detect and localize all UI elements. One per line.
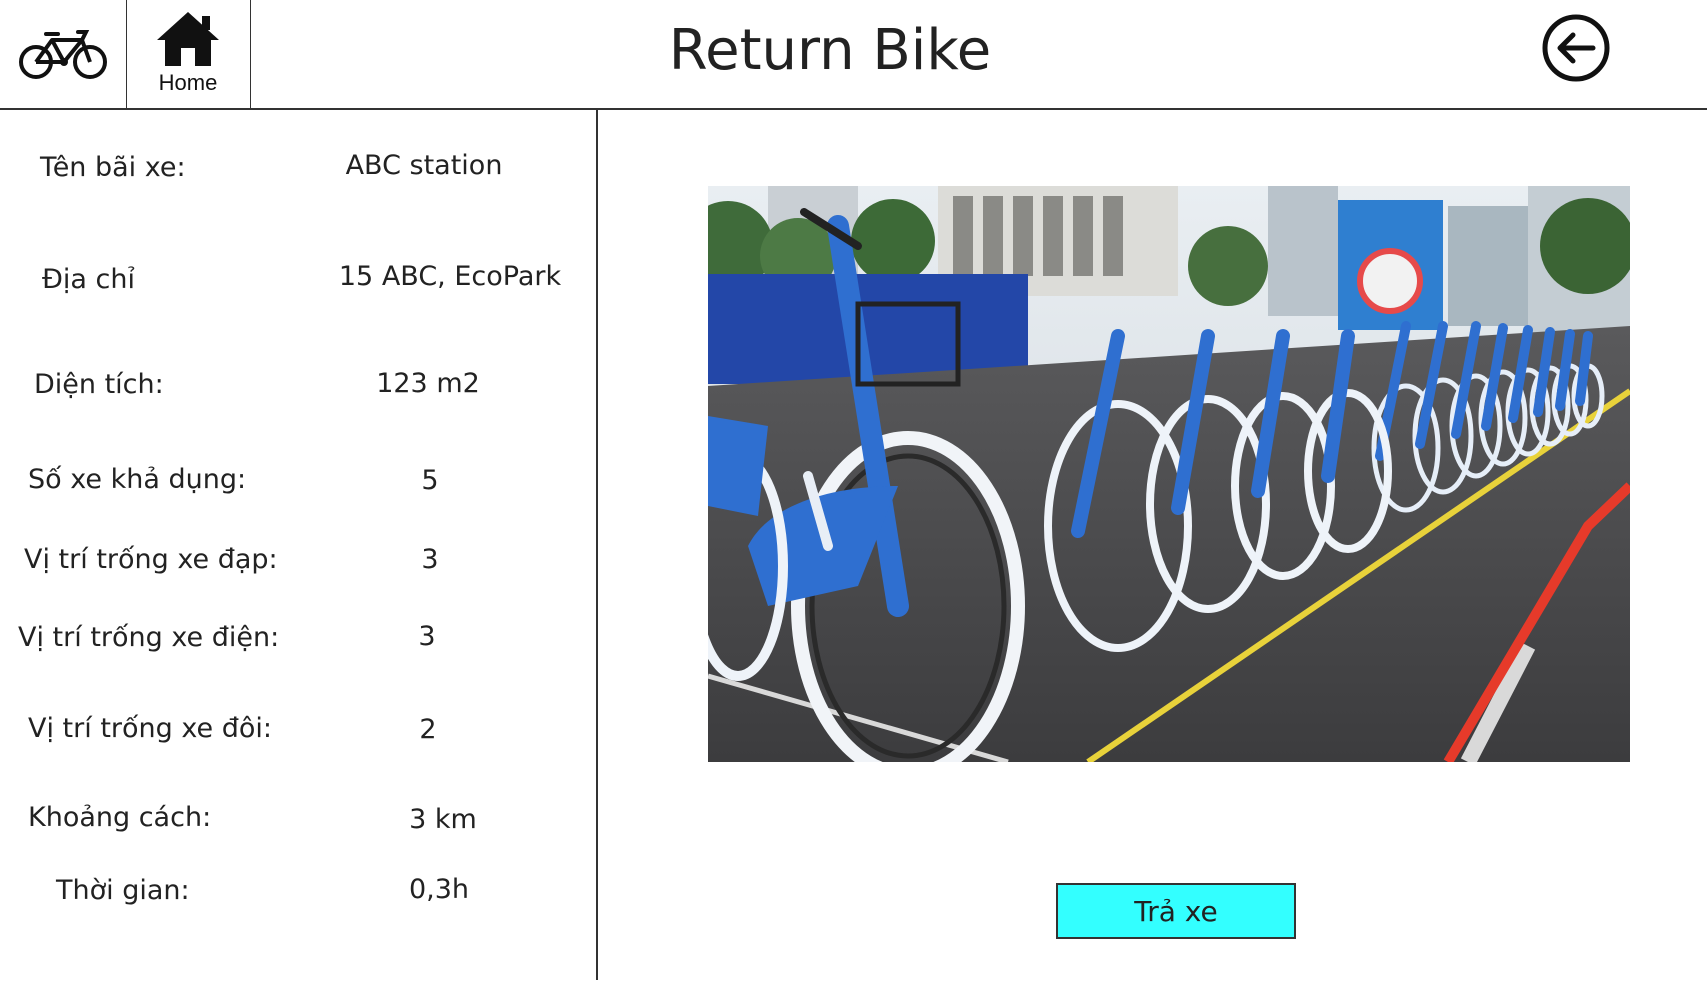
station-photo-illustration	[708, 186, 1630, 762]
back-arrow-icon	[1542, 14, 1610, 82]
empty-bike-slots-label: Vị trí trống xe đạp:	[24, 544, 278, 575]
home-label: Home	[158, 70, 218, 95]
empty-tandem-slots-label: Vị trí trống xe đôi:	[28, 713, 272, 744]
panel-divider	[596, 108, 598, 980]
time-value: 0,3h	[408, 874, 470, 905]
bicycle-icon	[19, 30, 107, 79]
page-title: Return Bike	[668, 18, 992, 83]
empty-bike-slots-value: 3	[421, 544, 439, 575]
back-button[interactable]	[1540, 12, 1612, 84]
distance-label: Khoảng cách:	[28, 802, 212, 833]
area-value: 123 m2	[376, 368, 480, 399]
address-value: 15 ABC, EcoPark	[338, 261, 562, 292]
header-bar: Home Return Bike	[0, 0, 1707, 110]
return-bike-button[interactable]: Trả xe	[1056, 883, 1296, 939]
distance-value: 3 km	[409, 804, 477, 835]
address-label: Địa chỉ	[42, 264, 136, 295]
time-label: Thời gian:	[56, 875, 190, 906]
available-bikes-label: Số xe khả dụng:	[28, 464, 247, 495]
area-label: Diện tích:	[34, 369, 164, 400]
available-bikes-value: 5	[421, 465, 439, 496]
empty-ebike-slots-value: 3	[418, 621, 436, 652]
empty-ebike-slots-label: Vị trí trống xe điện:	[18, 622, 280, 653]
station-name-value: ABC station	[345, 150, 503, 181]
station-photo	[708, 186, 1630, 762]
station-name-label: Tên bãi xe:	[40, 152, 186, 183]
home-icon	[157, 12, 219, 66]
empty-tandem-slots-value: 2	[419, 714, 437, 745]
app-logo[interactable]	[0, 0, 127, 108]
home-button[interactable]: Home	[126, 0, 251, 108]
